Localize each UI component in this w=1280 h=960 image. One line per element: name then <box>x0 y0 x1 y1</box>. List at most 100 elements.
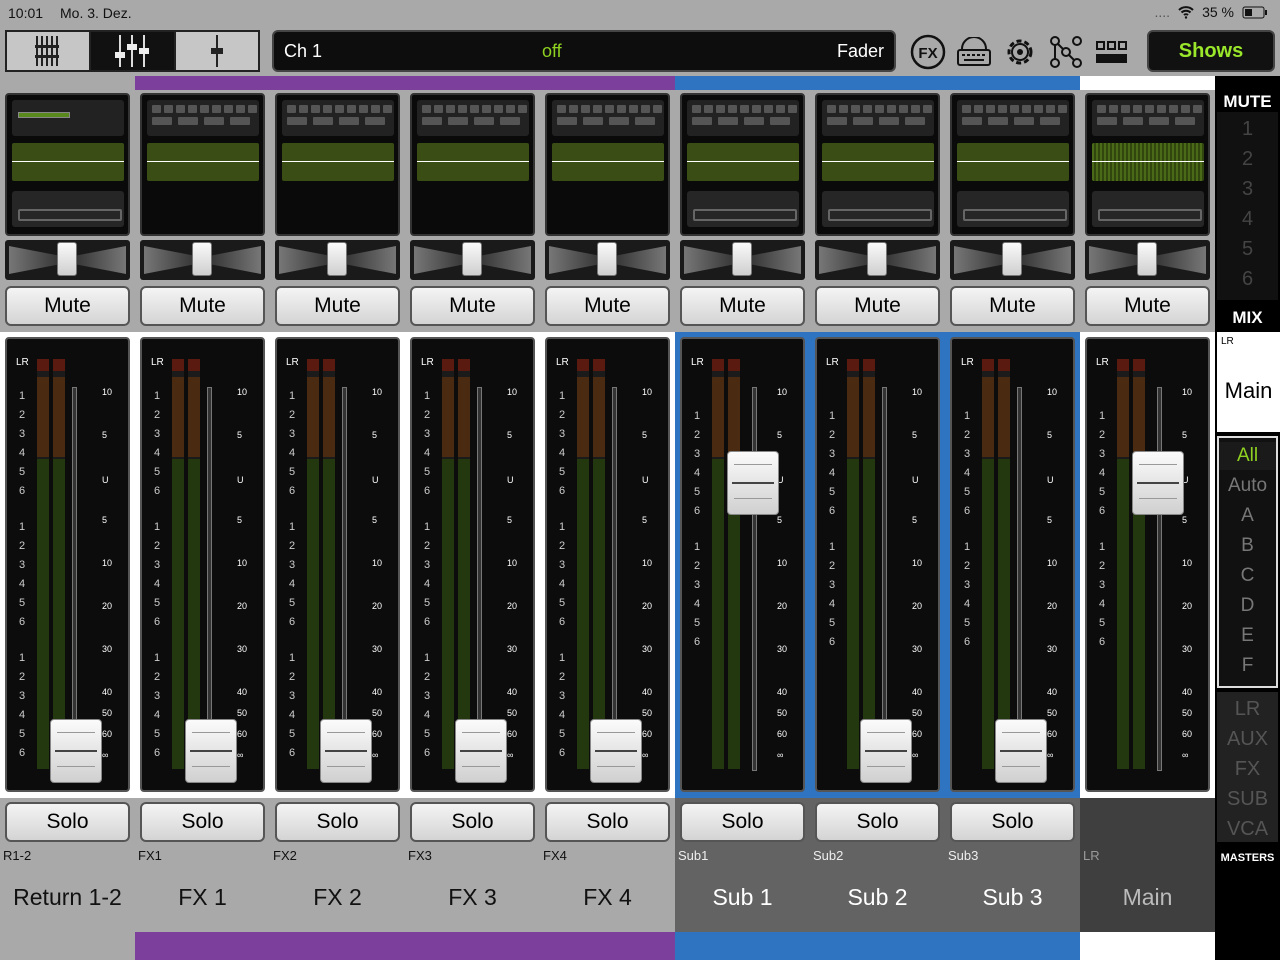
mute-button[interactable]: Mute <box>5 286 130 326</box>
view-group-button[interactable]: All <box>1219 442 1276 470</box>
routing-button[interactable] <box>1048 34 1084 70</box>
pan-knob[interactable] <box>597 242 617 276</box>
pan-knob[interactable] <box>732 242 752 276</box>
meter-lr-label: LR <box>421 357 434 368</box>
shows-button[interactable]: Shows <box>1147 30 1275 72</box>
pan-control[interactable] <box>1085 240 1210 280</box>
fader-cap[interactable] <box>1132 451 1184 515</box>
settings-button[interactable] <box>1002 34 1038 70</box>
solo-button[interactable]: Solo <box>140 802 265 842</box>
mute-button[interactable]: Mute <box>680 286 805 326</box>
mute-button[interactable]: Mute <box>1085 286 1210 326</box>
view-group-button[interactable]: D <box>1219 592 1276 620</box>
mute-button[interactable]: Mute <box>545 286 670 326</box>
pan-knob[interactable] <box>1002 242 1022 276</box>
pan-control[interactable] <box>545 240 670 280</box>
masters-button[interactable]: AUX <box>1217 728 1278 751</box>
strip-overview-panel[interactable] <box>950 93 1075 236</box>
pan-control[interactable] <box>5 240 130 280</box>
pan-knob[interactable] <box>57 242 77 276</box>
strip-overview-panel[interactable] <box>410 93 535 236</box>
fader-cap[interactable] <box>590 719 642 783</box>
solo-button[interactable]: Solo <box>680 802 805 842</box>
mute-group-button[interactable]: 6 <box>1217 268 1278 291</box>
pan-knob[interactable] <box>327 242 347 276</box>
pan-control[interactable] <box>410 240 535 280</box>
strip-overview-panel[interactable] <box>815 93 940 236</box>
strip-name[interactable]: Return 1-2 <box>0 884 135 911</box>
eq-band-key <box>863 105 872 113</box>
pan-control[interactable] <box>140 240 265 280</box>
strip-name[interactable]: Sub 1 <box>675 884 810 911</box>
pan-control[interactable] <box>275 240 400 280</box>
masters-button[interactable]: FX <box>1217 758 1278 781</box>
pan-knob[interactable] <box>1137 242 1157 276</box>
view-group-button[interactable]: C <box>1219 562 1276 590</box>
strip-name[interactable]: Main <box>1080 884 1215 911</box>
strip-name[interactable]: FX 3 <box>405 884 540 911</box>
view-group-button[interactable]: F <box>1219 652 1276 680</box>
meter-number: 4 <box>19 709 26 721</box>
solo-button[interactable]: Solo <box>275 802 400 842</box>
mute-group-button[interactable]: 3 <box>1217 178 1278 201</box>
pan-control[interactable] <box>815 240 940 280</box>
mute-group-button[interactable]: 4 <box>1217 208 1278 231</box>
strip-overview-panel[interactable] <box>140 93 265 236</box>
fader-cap[interactable] <box>727 451 779 515</box>
strip-name[interactable]: Sub 3 <box>945 884 1080 911</box>
mute-button[interactable]: Mute <box>815 286 940 326</box>
mute-group-button[interactable]: 1 <box>1217 118 1278 141</box>
masters-button[interactable]: VCA <box>1217 818 1278 841</box>
view-group-button[interactable]: B <box>1219 532 1276 560</box>
strip-overview-panel[interactable] <box>680 93 805 236</box>
mute-group-button[interactable]: 5 <box>1217 238 1278 261</box>
channel-status-bar[interactable]: Ch 1 off Fader <box>272 30 896 72</box>
strip-name[interactable]: FX 2 <box>270 884 405 911</box>
strip-name[interactable]: FX 1 <box>135 884 270 911</box>
fader-cap[interactable] <box>50 719 102 783</box>
pan-knob[interactable] <box>867 242 887 276</box>
meter-number: 1 <box>19 521 26 533</box>
view-group-button[interactable]: Auto <box>1219 472 1276 500</box>
pan-knob[interactable] <box>462 242 482 276</box>
scale-tick: 5 <box>1047 515 1053 525</box>
mute-button[interactable]: Mute <box>410 286 535 326</box>
masters-button[interactable]: SUB <box>1217 788 1278 811</box>
scale-tick: 20 <box>372 601 383 611</box>
solo-button[interactable]: Solo <box>545 802 670 842</box>
mixer-view-button[interactable] <box>7 32 92 70</box>
strip-overview-panel[interactable] <box>1085 93 1210 236</box>
view-group-button[interactable]: E <box>1219 622 1276 650</box>
mix-select-button[interactable]: LR Main <box>1217 332 1280 432</box>
mute-button[interactable]: Mute <box>140 286 265 326</box>
pan-control[interactable] <box>950 240 1075 280</box>
mute-group-button[interactable]: 2 <box>1217 148 1278 171</box>
meter-number-group: 1 2 3 4 5 6 <box>424 518 430 632</box>
keyboard-button[interactable] <box>956 34 992 70</box>
masters-button[interactable]: LR <box>1217 698 1278 721</box>
mute-button[interactable]: Mute <box>275 286 400 326</box>
fader-cap[interactable] <box>860 719 912 783</box>
view-group-button[interactable]: A <box>1219 502 1276 530</box>
strip-overview-panel[interactable] <box>545 93 670 236</box>
fader-cap[interactable] <box>185 719 237 783</box>
fx-button[interactable]: FX <box>910 34 946 70</box>
mute-button[interactable]: Mute <box>950 286 1075 326</box>
strip-overview-panel[interactable] <box>275 93 400 236</box>
solo-button[interactable]: Solo <box>5 802 130 842</box>
strip-name[interactable]: Sub 2 <box>810 884 945 911</box>
pan-control[interactable] <box>680 240 805 280</box>
eq-band-key <box>365 117 385 125</box>
channel-view-button[interactable] <box>91 32 176 70</box>
fader-cap[interactable] <box>455 719 507 783</box>
solo-button[interactable]: Solo <box>410 802 535 842</box>
solo-button[interactable]: Solo <box>950 802 1075 842</box>
fader-cap[interactable] <box>995 719 1047 783</box>
fader-cap[interactable] <box>320 719 372 783</box>
solo-button[interactable]: Solo <box>815 802 940 842</box>
strip-name[interactable]: FX 4 <box>540 884 675 911</box>
pan-knob[interactable] <box>192 242 212 276</box>
strip-overview-panel[interactable] <box>5 93 130 236</box>
single-fader-button[interactable] <box>176 32 258 70</box>
layout-button[interactable] <box>1094 34 1130 70</box>
